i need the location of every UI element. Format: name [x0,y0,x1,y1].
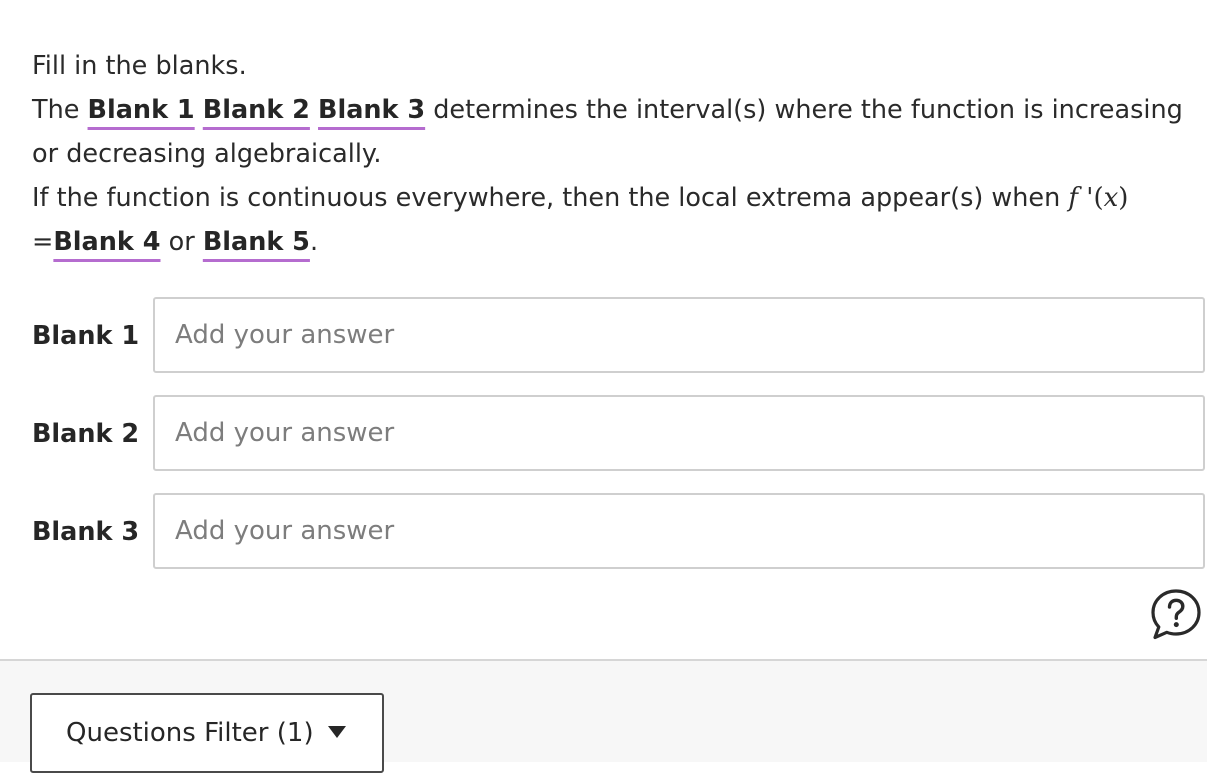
line1-prefix: The [32,95,80,125]
blank-3-input[interactable] [153,493,1205,569]
math-expression: f '(x) [1068,183,1129,213]
question-line-3: If the function is continuous everywhere… [32,176,1192,220]
or-text: or [168,227,195,257]
blank-label-2: Blank 2 [32,419,140,449]
caret-down-icon [327,725,346,738]
blank-ref-2[interactable]: Blank 2 [203,95,310,125]
instruction-line: Fill in the blanks. [32,51,247,81]
question-line-2: or decreasing algebraically. [32,139,382,169]
blank-label-1: Blank 1 [32,321,140,351]
help-button[interactable] [1150,588,1202,640]
equals-sign: = [32,227,54,257]
blank-ref-5[interactable]: Blank 5 [203,227,310,257]
footer-bar: Questions Filter (1) [0,659,1207,773]
questions-filter-label: Questions Filter (1) [66,718,314,748]
blank-row-3: Blank 3 [32,493,1207,571]
question-speech-bubble-icon [1151,589,1201,640]
line3-text: If the function is continuous everywhere… [32,183,1061,213]
blank-ref-4[interactable]: Blank 4 [53,227,160,257]
question-text: Fill in the blanks. The Blank 1 Blank 2 … [32,44,1192,264]
questions-filter-button[interactable]: Questions Filter (1) [30,693,384,773]
blank-2-input[interactable] [153,395,1205,471]
blank-label-3: Blank 3 [32,517,140,547]
blank-row-1: Blank 1 [32,297,1207,375]
blank-ref-1[interactable]: Blank 1 [88,95,195,125]
period: . [309,227,319,257]
question-line-4: =Blank 4 or Blank 5. [32,220,1192,264]
blank-1-input[interactable] [153,297,1205,373]
blank-row-2: Blank 2 [32,395,1207,473]
question-line-1: The Blank 1 Blank 2 Blank 3 determines t… [32,88,1192,132]
line1-suffix: determines the interval(s) where the fun… [433,95,1183,125]
blank-ref-3[interactable]: Blank 3 [318,95,425,125]
